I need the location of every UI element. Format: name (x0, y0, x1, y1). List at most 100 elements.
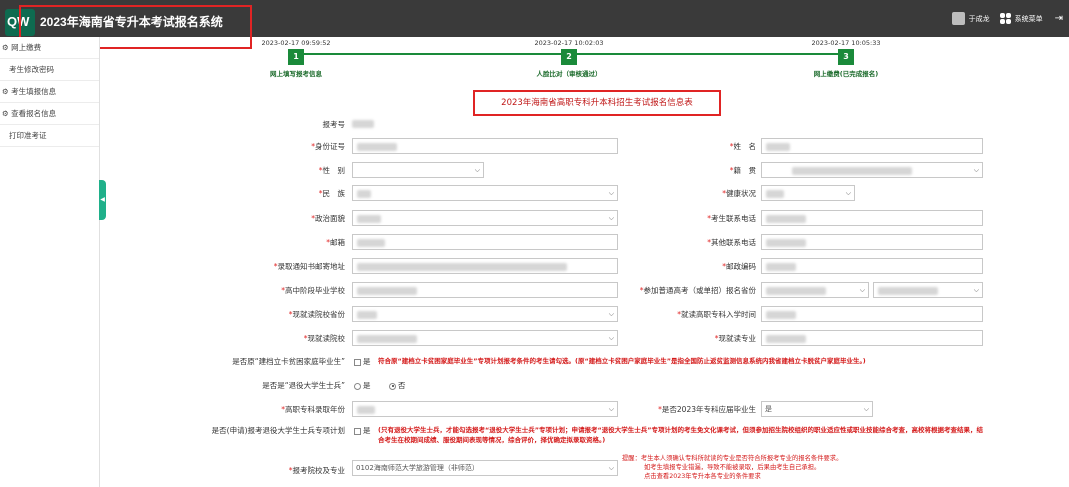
school-select[interactable]: ⌵ (352, 330, 618, 346)
radio-circle (354, 382, 361, 390)
logout-icon[interactable]: ⇥ (1055, 13, 1063, 24)
label-native: *籍 贯 (729, 166, 756, 175)
step-number: 2 (561, 49, 577, 65)
checkbox-box (354, 427, 361, 435)
registration-form: 2023年海南省高职专科升本科招生考试报名信息表 报考号 *身份证号 *姓 名 … (208, 90, 986, 487)
label-other-phone: *其他联系电话 (707, 238, 756, 247)
label-high-school: *高中阶段毕业学校 (281, 286, 345, 295)
chevron-down-icon: ⌵ (608, 310, 614, 318)
sidebar-item-label: 考生填报信息 (11, 87, 57, 96)
veteran-plan-note: (只有退役大学生士兵，才能勾选报考“退役大学生士兵”专项计划；申请报考“退役大学… (378, 426, 984, 444)
label-email: *邮箱 (326, 238, 345, 247)
name-field[interactable] (761, 138, 983, 154)
label-enroll-time: *就读高职专科入学时间 (677, 310, 756, 319)
label-postcode: *邮政编码 (722, 262, 756, 271)
label-major: *现就读专业 (714, 334, 756, 343)
step-3: 2023-02-17 10:05:33 3 网上缴费(已完成报名) (786, 39, 906, 78)
label-apply: *报考院校及专业 (288, 466, 345, 475)
apply-tip-1: 提醒：考生本人须确认专科所就读的专业是否符合所报考专业的报名条件要求。 (622, 455, 843, 462)
gear-icon: ⚙ (2, 43, 9, 52)
other-phone-field[interactable] (761, 234, 983, 250)
label-admit-year: *高职专科录取年份 (281, 405, 345, 414)
political-select[interactable]: ⌵ (352, 210, 618, 226)
progress-steps: 2023-02-17 09:59:52 1 网上填写报考信息 2023-02-1… (100, 37, 1069, 85)
ethnic-select[interactable]: ⌵ (352, 185, 618, 201)
label-id-card: *身份证号 (311, 142, 345, 151)
step-2: 2023-02-17 10:02:03 2 人脸比对（审核通过） (509, 39, 629, 78)
step-number: 3 (838, 49, 854, 65)
label-veteran-plan: 是否(申请)报考退役大学生士兵专项计划 (211, 426, 345, 435)
step-label: 网上缴费(已完成报名) (813, 70, 879, 78)
veteran-plan-checkbox[interactable]: 是 (354, 425, 371, 436)
step-1: 2023-02-17 09:59:52 1 网上填写报考信息 (236, 39, 356, 78)
sidebar-item-label: 打印准考证 (9, 131, 47, 140)
sidebar-item-label: 网上缴费 (11, 43, 42, 52)
label-health: *健康状况 (722, 189, 756, 198)
label-political: *政治面貌 (311, 214, 345, 223)
address-field[interactable] (352, 258, 618, 274)
health-select[interactable]: ⌵ (761, 185, 855, 201)
label-phone: *考生联系电话 (707, 214, 756, 223)
high-school-field[interactable] (352, 282, 618, 298)
veteran-yes-radio[interactable]: 是 (354, 380, 371, 391)
label-address: *录取通知书邮寄地址 (273, 262, 345, 271)
postcode-field[interactable] (761, 258, 983, 274)
sidebar: ⚙ 网上缴费 考生修改密码 ⚙ 考生填报信息 ⚙ 查看报名信息 打印准考证 (0, 37, 100, 487)
chevron-down-icon: ⌵ (474, 166, 480, 174)
label-school-prov: *现就读院校省份 (288, 310, 345, 319)
label-name: *姓 名 (729, 142, 756, 151)
form-title: 2023年海南省高职专科升本科招生考试报名信息表 (473, 90, 721, 116)
label-gender: *性 别 (318, 166, 345, 175)
sidebar-item-fill-info[interactable]: ⚙ 考生填报信息 (0, 81, 99, 103)
apply-major-select[interactable]: 0102海南师范大学旅游管理（非师范） ⌵ (352, 460, 618, 476)
chevron-down-icon: ⌵ (845, 189, 851, 197)
chevron-down-icon: ⌵ (608, 405, 614, 413)
poverty-checkbox[interactable]: 是 (354, 356, 371, 367)
label-school: *现就读院校 (303, 334, 345, 343)
sidebar-item-payment[interactable]: ⚙ 网上缴费 (0, 37, 99, 59)
graduate-select[interactable]: 是 ⌵ (761, 401, 873, 417)
chevron-down-icon: ⌵ (608, 189, 614, 197)
sidebar-item-change-password[interactable]: 考生修改密码 (0, 59, 99, 81)
label-poverty: 是否原“建档立卡贫困家庭毕业生” (232, 357, 345, 366)
avatar[interactable] (951, 12, 965, 25)
native-select[interactable]: ⌵ (761, 162, 983, 178)
label-gaokao-prov: *参加普通高考（或单招）报名省份 (639, 286, 756, 295)
menu-grid-icon[interactable] (999, 13, 1011, 24)
chevron-down-icon: ⌵ (859, 286, 865, 294)
email-field[interactable] (352, 234, 618, 250)
phone-field[interactable] (761, 210, 983, 226)
sidebar-item-label: 考生修改密码 (9, 65, 54, 74)
sidebar-item-print-ticket[interactable]: 打印准考证 (0, 125, 99, 147)
sidebar-item-view-info[interactable]: ⚙ 查看报名信息 (0, 103, 99, 125)
major-field[interactable] (761, 330, 983, 346)
gender-select[interactable]: ⌵ (352, 162, 484, 178)
poverty-note: 符合原“建档立卡贫困家庭毕业生”专项计划报考条件的考生请勾选。(原“建档立卡贫困… (378, 357, 866, 365)
veteran-no-radio[interactable]: 否 (389, 380, 406, 391)
id-card-field[interactable] (352, 138, 618, 154)
enroll-time-field[interactable] (761, 306, 983, 322)
user-name[interactable]: 于成龙 (969, 14, 990, 24)
chevron-down-icon: ⌵ (608, 334, 614, 342)
apply-tip-link[interactable]: 点击查看2023年专升本各专业的条件要求 (644, 472, 761, 481)
step-time: 2023-02-17 09:59:52 (261, 39, 331, 47)
exam-no-value (352, 120, 374, 128)
chevron-down-icon: ⌵ (608, 464, 614, 472)
step-label: 网上填写报考信息 (270, 70, 322, 78)
label-veteran: 是否是“退役大学生士兵” (262, 381, 345, 390)
gaokao-prov-select[interactable]: ⌵ (761, 282, 869, 298)
sidebar-collapse-handle[interactable]: ◀ (99, 180, 106, 220)
graduate-value: 是 (765, 405, 772, 413)
gaokao-city-select[interactable]: ⌵ (873, 282, 983, 298)
apply-tip-2: 如考生填报专业错漏，导致不能被录取，后果由考生自己承担。 (644, 464, 821, 471)
school-prov-select[interactable]: ⌵ (352, 306, 618, 322)
admit-year-select[interactable]: ⌵ (352, 401, 618, 417)
apply-value: 0102海南师范大学旅游管理（非师范） (356, 464, 479, 472)
chevron-down-icon: ⌵ (863, 405, 869, 413)
chevron-down-icon: ⌵ (973, 286, 979, 294)
system-menu-link[interactable]: 系统菜单 (1015, 14, 1043, 24)
gear-icon: ⚙ (2, 87, 9, 96)
gear-icon: ⚙ (2, 109, 9, 118)
step-number: 1 (288, 49, 304, 65)
label-graduate: *是否2023年专科应届毕业生 (658, 405, 756, 414)
